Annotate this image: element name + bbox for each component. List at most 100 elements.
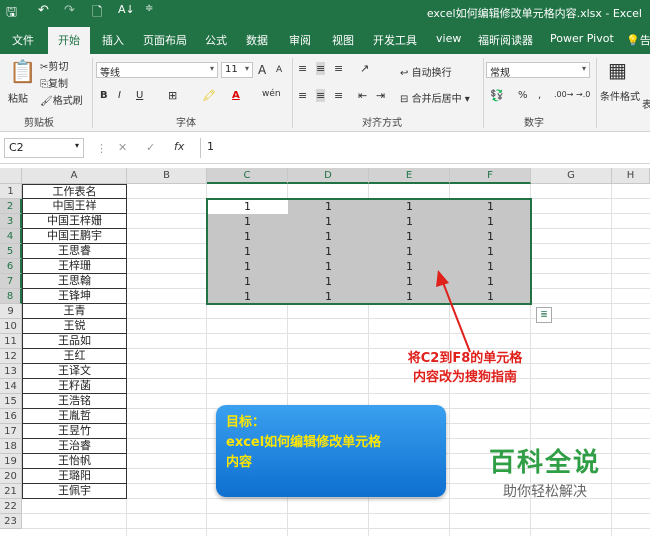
font-name-select[interactable]: 等线 ▾: [96, 62, 218, 79]
cell-a3[interactable]: 中国王梓姗: [22, 214, 127, 229]
name-box[interactable]: C2 ▾: [4, 138, 84, 158]
bold-button[interactable]: B: [100, 90, 108, 101]
row-header-16[interactable]: 16: [0, 409, 22, 424]
tab-view[interactable]: 视图: [332, 32, 354, 48]
row-header-11[interactable]: 11: [0, 334, 22, 349]
column-header-e[interactable]: E: [369, 168, 450, 184]
cell-a10[interactable]: 王锐: [22, 319, 127, 334]
cell-a8[interactable]: 王锋坤: [22, 289, 127, 304]
underline-button[interactable]: U: [136, 90, 143, 101]
formula-input[interactable]: 1: [200, 138, 646, 158]
column-header-c[interactable]: C: [207, 168, 288, 184]
currency-icon[interactable]: 💱: [490, 89, 504, 102]
cell-a17[interactable]: 王昱竹: [22, 424, 127, 439]
row-header-6[interactable]: 6: [0, 259, 22, 274]
border-icon[interactable]: ⊞: [168, 89, 177, 102]
percent-button[interactable]: %: [518, 90, 528, 101]
row-header-18[interactable]: 18: [0, 439, 22, 454]
italic-button[interactable]: I: [118, 90, 121, 101]
row-header-23[interactable]: 23: [0, 514, 22, 529]
tab-insert[interactable]: 插入: [102, 32, 124, 48]
align-bottom-icon[interactable]: ≡: [334, 62, 343, 75]
grow-font-button[interactable]: A: [258, 63, 266, 77]
tab-review[interactable]: 审阅: [289, 32, 311, 48]
save-icon[interactable]: 🖫: [6, 3, 17, 25]
align-right-icon[interactable]: ≡: [334, 89, 343, 102]
tab-formulas[interactable]: 公式: [205, 32, 227, 48]
orientation-icon[interactable]: ↗: [360, 62, 369, 75]
cut-button[interactable]: ✂剪切: [40, 58, 68, 73]
tab-page-layout[interactable]: 页面布局: [143, 32, 187, 48]
cell-a13[interactable]: 王译文: [22, 364, 127, 379]
print-preview-icon[interactable]: 🗋: [92, 3, 102, 25]
conditional-format-icon[interactable]: ▦: [608, 58, 627, 82]
tab-file[interactable]: 文件: [12, 32, 34, 48]
row-header-15[interactable]: 15: [0, 394, 22, 409]
tab-foxit-reader[interactable]: 福昕阅读器: [478, 32, 533, 48]
font-color-button[interactable]: A: [232, 90, 240, 101]
fill-color-icon[interactable]: 🖍: [202, 89, 216, 102]
row-header-9[interactable]: 9: [0, 304, 22, 319]
cell-a11[interactable]: 王品如: [22, 334, 127, 349]
column-header-g[interactable]: G: [531, 168, 612, 184]
column-header-a[interactable]: A: [22, 168, 127, 184]
row-header-1[interactable]: 1: [0, 184, 22, 199]
cell-a19[interactable]: 王怡帆: [22, 454, 127, 469]
column-header-d[interactable]: D: [288, 168, 369, 184]
customize-icon[interactable]: ≑: [145, 3, 153, 14]
format-table-button[interactable]: 表: [642, 96, 650, 111]
row-header-20[interactable]: 20: [0, 469, 22, 484]
tab-tell-me[interactable]: 💡告: [626, 32, 650, 48]
cell-a9[interactable]: 王青: [22, 304, 127, 319]
row-header-3[interactable]: 3: [0, 214, 22, 229]
decrease-indent-icon[interactable]: ⇤: [358, 89, 367, 102]
cell-a21[interactable]: 王佩宇: [22, 484, 127, 499]
column-header-h[interactable]: H: [612, 168, 650, 184]
tab-home[interactable]: 开始: [48, 27, 90, 54]
cancel-icon[interactable]: ✕: [118, 141, 127, 154]
merge-center-button[interactable]: ⊟ 合并后居中 ▾: [400, 90, 470, 105]
row-header-19[interactable]: 19: [0, 454, 22, 469]
cell-a4[interactable]: 中国王鹏宇: [22, 229, 127, 244]
function-icon[interactable]: fx: [174, 140, 184, 153]
cell-a15[interactable]: 王浩铭: [22, 394, 127, 409]
quick-analysis-icon[interactable]: ≣: [536, 307, 552, 323]
row-header-5[interactable]: 5: [0, 244, 22, 259]
copy-button[interactable]: ⎘复制: [40, 75, 68, 90]
row-header-8[interactable]: 8: [0, 289, 22, 304]
align-middle-icon[interactable]: ≡: [316, 62, 326, 75]
select-all-corner[interactable]: [0, 168, 22, 184]
sort-icon[interactable]: A↓: [118, 3, 135, 16]
shrink-font-button[interactable]: A: [276, 65, 282, 75]
row-header-21[interactable]: 21: [0, 484, 22, 499]
cell-a14[interactable]: 王籽菡: [22, 379, 127, 394]
tab-data[interactable]: 数据: [246, 32, 268, 48]
row-header-2[interactable]: 2: [0, 199, 22, 214]
tab-power-pivot[interactable]: Power Pivot: [550, 32, 614, 45]
tab-view-addin[interactable]: view: [436, 32, 461, 45]
cell-a2[interactable]: 中国王祥: [22, 199, 127, 214]
number-format-select[interactable]: 常规 ▾: [486, 62, 590, 79]
undo-icon[interactable]: ↶: [38, 3, 49, 18]
comma-button[interactable]: ,: [538, 90, 541, 101]
row-header-10[interactable]: 10: [0, 319, 22, 334]
phonetic-icon[interactable]: wén: [262, 89, 281, 99]
row-header-13[interactable]: 13: [0, 364, 22, 379]
column-header-f[interactable]: F: [450, 168, 531, 184]
row-header-12[interactable]: 12: [0, 349, 22, 364]
increase-decimal-icon[interactable]: .00→: [554, 90, 573, 99]
cell-a20[interactable]: 王璐阳: [22, 469, 127, 484]
cell-a5[interactable]: 王思睿: [22, 244, 127, 259]
conditional-format-button[interactable]: 条件格式: [600, 88, 640, 103]
decrease-decimal-icon[interactable]: →.0: [576, 90, 590, 99]
enter-icon[interactable]: ✓: [146, 141, 155, 154]
paste-button[interactable]: 粘贴: [8, 90, 28, 105]
increase-indent-icon[interactable]: ⇥: [376, 89, 385, 102]
row-header-14[interactable]: 14: [0, 379, 22, 394]
tab-developer[interactable]: 开发工具: [373, 32, 417, 48]
format-painter-button[interactable]: 🖌格式刷: [40, 92, 83, 107]
font-size-select[interactable]: 11 ▾: [221, 62, 253, 78]
cell-a7[interactable]: 王思翰: [22, 274, 127, 289]
row-header-4[interactable]: 4: [0, 229, 22, 244]
align-left-icon[interactable]: ≡: [298, 89, 307, 102]
